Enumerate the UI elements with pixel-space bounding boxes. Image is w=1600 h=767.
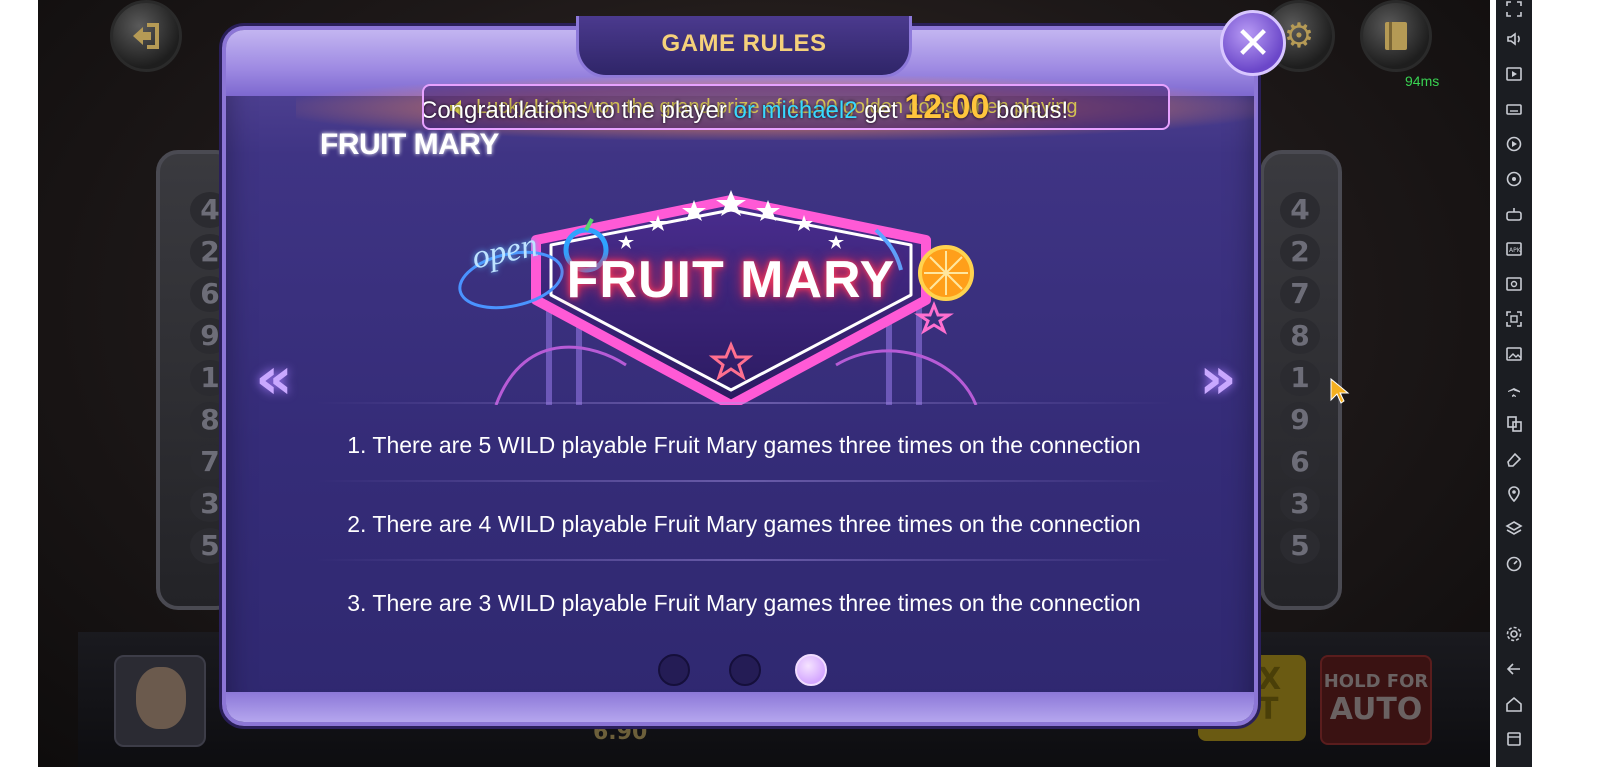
auto-label-line2: AUTO xyxy=(1329,692,1423,727)
gallery-icon[interactable] xyxy=(1505,345,1523,363)
mouse-cursor-icon xyxy=(1330,378,1350,404)
ticker-front-text: Congratulations to the player or michael… xyxy=(422,88,1069,127)
page-dot-1[interactable] xyxy=(658,654,690,686)
eraser-icon[interactable] xyxy=(1505,450,1523,468)
sign-title: FRUIT MARY xyxy=(566,251,896,309)
exit-icon xyxy=(133,23,159,49)
rule-text-2: 2. There are 4 WILD playable Fruit Mary … xyxy=(347,511,1141,537)
reel-number: 9 xyxy=(1280,402,1320,438)
ticker-prefix: Congratulations to the player xyxy=(422,97,734,124)
rule-text-3: 3. There are 3 WILD playable Fruit Mary … xyxy=(347,590,1141,616)
back-arrow-icon[interactable] xyxy=(1505,660,1523,678)
avatar[interactable] xyxy=(114,655,206,747)
modal-footer xyxy=(226,692,1254,722)
fruit-mary-banner: open FRUIT MARY xyxy=(456,155,1006,410)
modal-title: GAME RULES xyxy=(661,30,827,57)
ticker-amount: 12.00 xyxy=(904,88,990,126)
game-rules-modal: GAME RULES Lucky Lotto won the grand pri… xyxy=(222,10,1286,726)
airplane-icon[interactable] xyxy=(1505,380,1523,398)
rotate-icon[interactable] xyxy=(1505,170,1523,188)
reel-number: 7 xyxy=(1280,276,1320,312)
svg-text:APK: APK xyxy=(1509,247,1522,254)
location-icon[interactable] xyxy=(1505,485,1523,503)
recent-apps-icon[interactable] xyxy=(1505,730,1523,748)
volume-icon[interactable] xyxy=(1505,30,1523,48)
page-dot-3[interactable] xyxy=(795,654,827,686)
home-icon[interactable] xyxy=(1505,695,1523,713)
screenshot-icon[interactable] xyxy=(1505,275,1523,293)
emulator-side-toolbar: APK xyxy=(1496,0,1532,767)
divider xyxy=(316,559,1172,561)
settings-icon[interactable] xyxy=(1505,625,1523,643)
record-icon[interactable] xyxy=(1505,135,1523,153)
multi-instance-icon[interactable] xyxy=(1505,415,1523,433)
close-button[interactable]: ✕ xyxy=(1220,10,1286,76)
page-dot-2[interactable] xyxy=(729,654,761,686)
book-icon xyxy=(1385,22,1407,50)
prev-page-button[interactable]: « xyxy=(244,348,304,408)
double-chevron-left-icon: « xyxy=(255,344,293,412)
layers-icon[interactable] xyxy=(1505,520,1523,538)
reel-number: 2 xyxy=(1280,234,1320,270)
book-button[interactable] xyxy=(1360,0,1432,72)
auto-label-line1: HOLD FOR xyxy=(1323,671,1429,692)
gear-icon: ⚙ xyxy=(1283,16,1315,56)
back-button[interactable] xyxy=(110,0,182,72)
ticker-suffix: bonus! xyxy=(989,97,1069,124)
capture-region-icon[interactable] xyxy=(1505,310,1523,328)
speed-icon[interactable] xyxy=(1505,555,1523,573)
close-icon: ✕ xyxy=(1234,17,1272,69)
reel-number: 6 xyxy=(1280,444,1320,480)
divider xyxy=(316,480,1172,482)
title-tab: GAME RULES xyxy=(576,16,912,78)
gamepad-icon[interactable] xyxy=(1505,205,1523,223)
rule-text-1: 1. There are 5 WILD playable Fruit Mary … xyxy=(347,432,1141,458)
apk-icon[interactable]: APK xyxy=(1505,240,1523,258)
reel-number: 8 xyxy=(1280,318,1320,354)
ticker-user: or michael2 xyxy=(733,97,858,124)
announcement-ticker: Lucky Lotto won the grand prize of 12.00… xyxy=(422,84,1170,130)
double-chevron-right-icon: » xyxy=(1199,344,1237,412)
ping-readout: 94ms xyxy=(1405,73,1440,89)
reel-number: 4 xyxy=(1280,192,1320,228)
reel-number: 3 xyxy=(1280,486,1320,522)
divider xyxy=(316,402,1172,404)
reel-number: 5 xyxy=(1280,528,1320,564)
video-icon[interactable] xyxy=(1505,65,1523,83)
fullscreen-icon[interactable] xyxy=(1505,0,1523,18)
ticker-mid: get xyxy=(857,97,905,124)
hold-for-auto-button[interactable]: HOLD FOR AUTO xyxy=(1320,655,1432,745)
avatar-face xyxy=(136,667,186,729)
keyboard-icon[interactable] xyxy=(1505,100,1523,118)
next-page-button[interactable]: » xyxy=(1188,348,1248,408)
reel-number: 1 xyxy=(1280,360,1320,396)
